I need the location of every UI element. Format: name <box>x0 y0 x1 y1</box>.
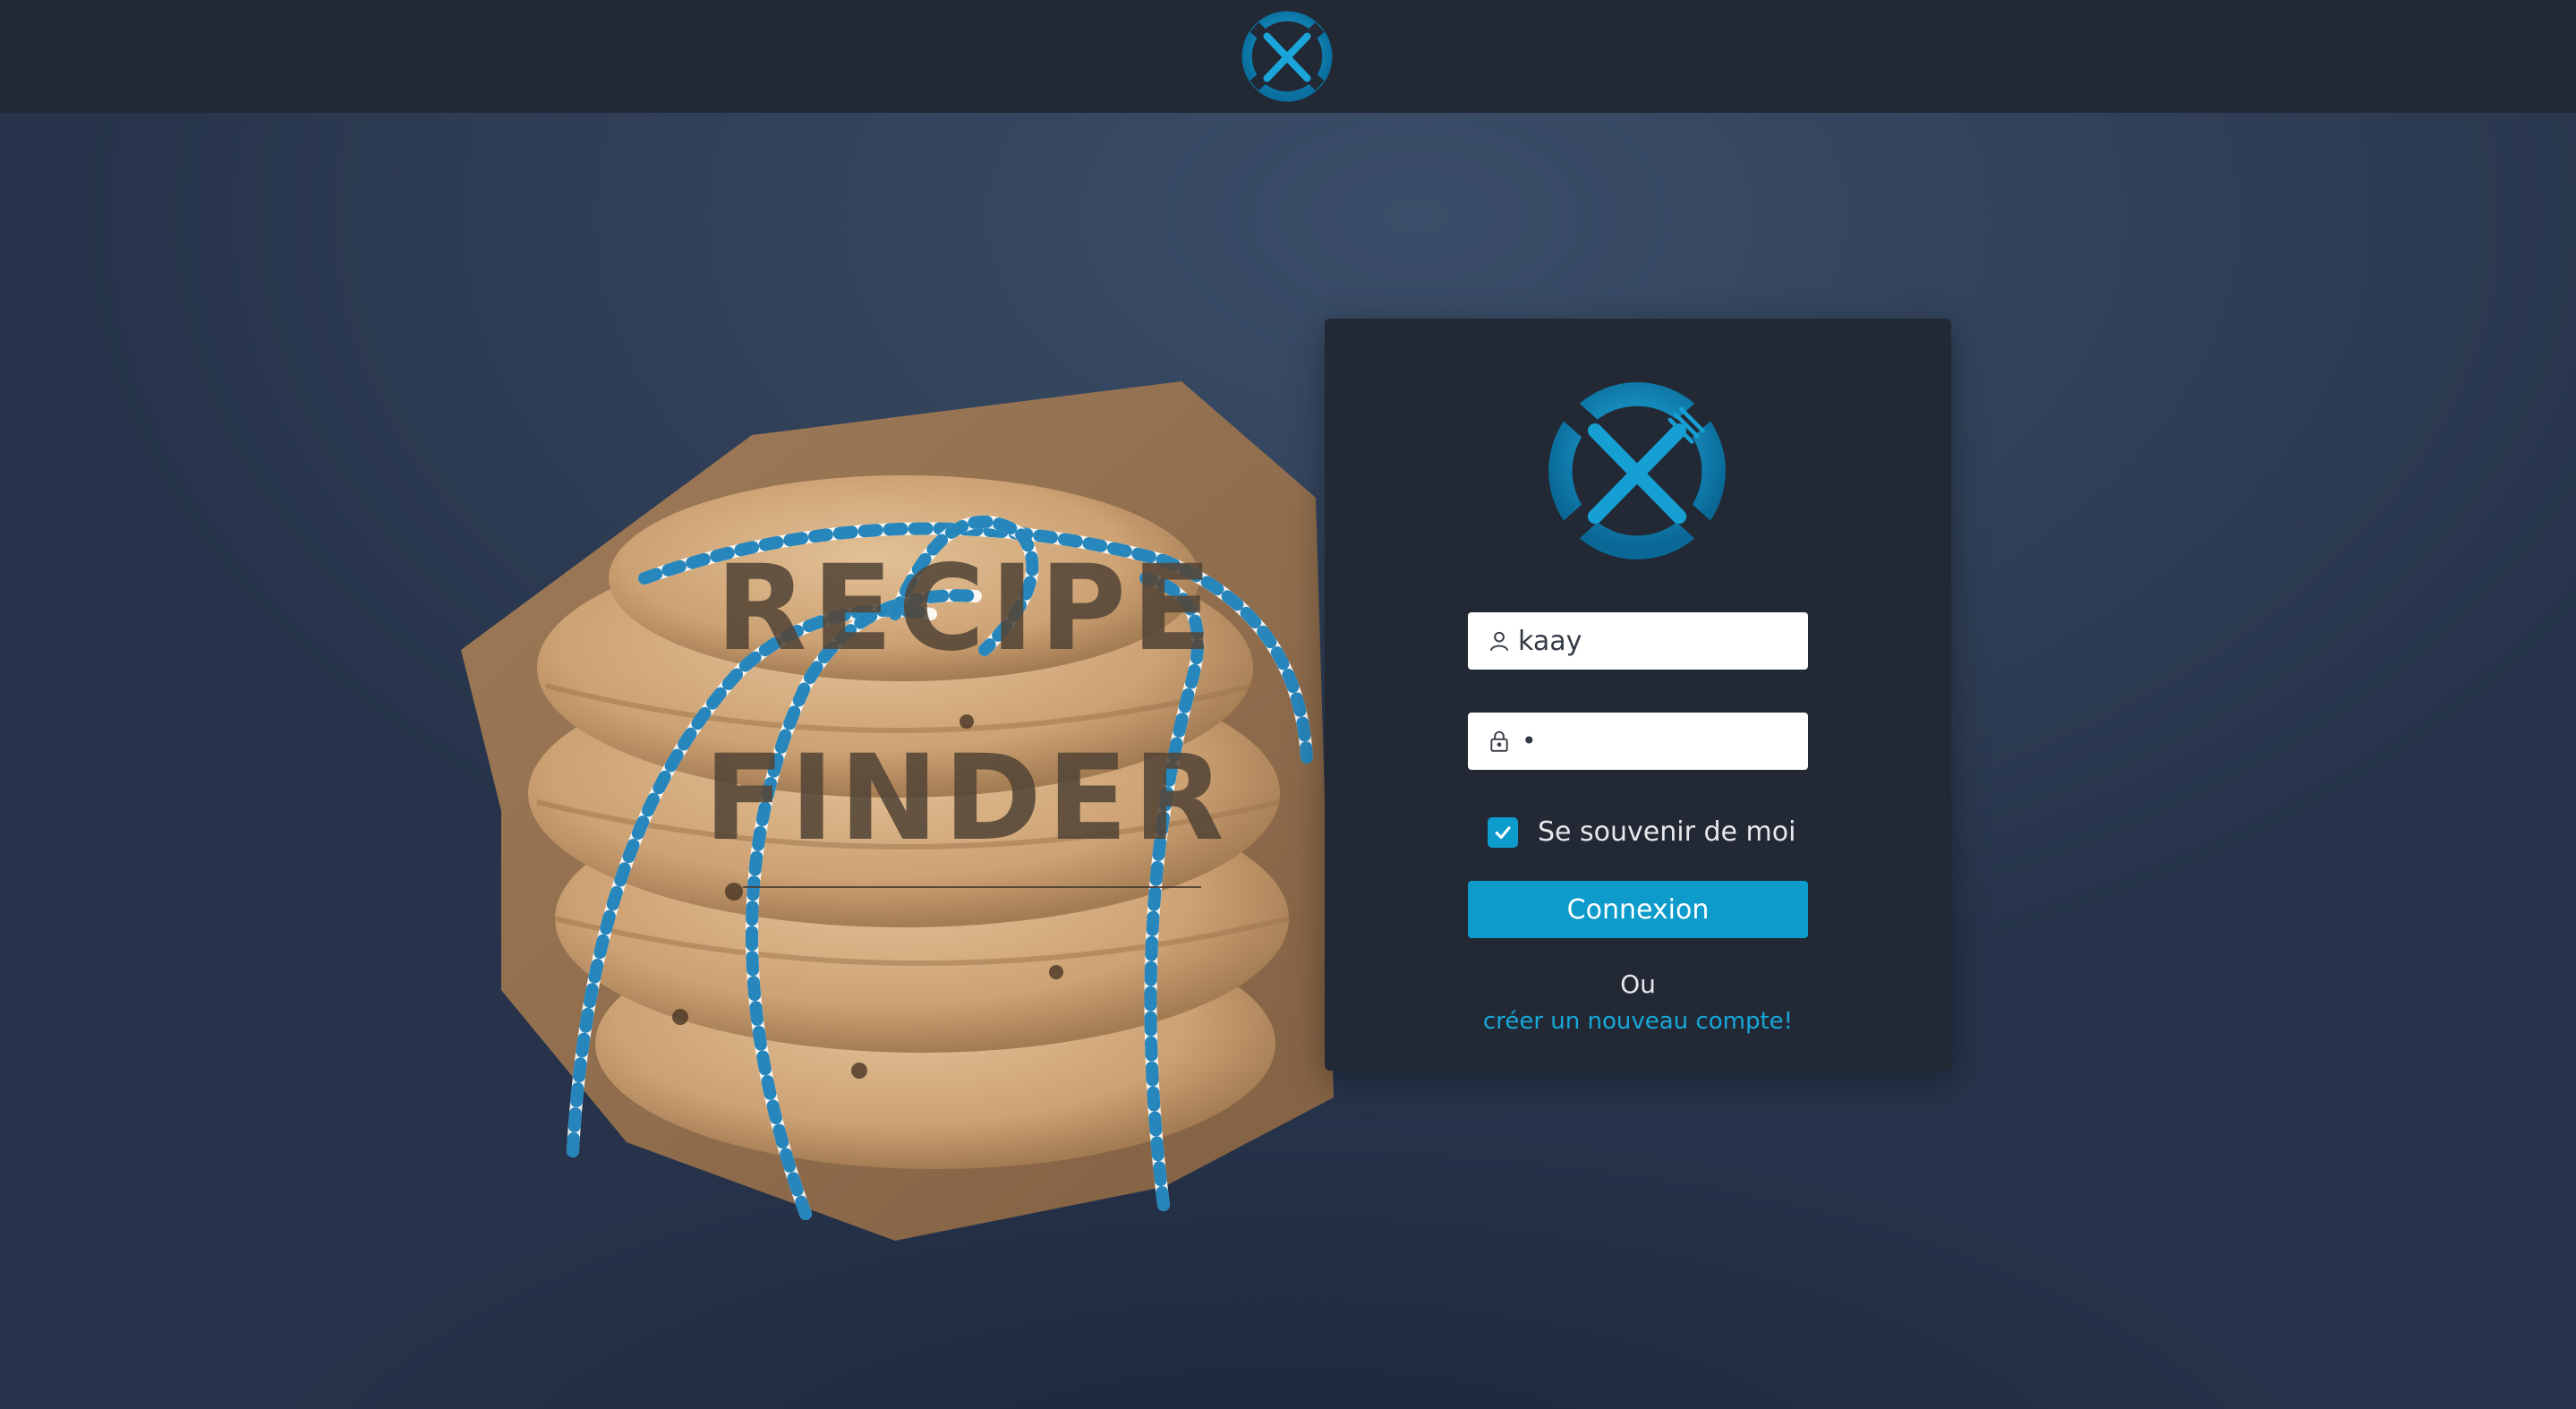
password-input[interactable]: • <box>1522 729 1537 754</box>
user-icon <box>1488 629 1511 653</box>
login-card: • Se souvenir de moi Connexion Ou créer … <box>1325 319 1951 1071</box>
checkmark-icon <box>1495 825 1511 839</box>
hero-background <box>0 113 2576 1409</box>
or-separator-text: Ou <box>1620 969 1656 999</box>
cookie-stack-image <box>461 381 1334 1241</box>
lock-icon <box>1488 730 1511 753</box>
remember-me-label[interactable]: Se souvenir de moi <box>1538 816 1796 848</box>
fork-knife-logo-icon[interactable] <box>1241 11 1333 102</box>
username-field[interactable] <box>1468 612 1808 670</box>
remember-me-row[interactable]: Se souvenir de moi <box>1488 816 1796 848</box>
password-field[interactable]: • <box>1468 713 1808 770</box>
remember-me-checkbox[interactable] <box>1488 816 1518 848</box>
login-button[interactable]: Connexion <box>1468 881 1808 938</box>
hero-title-line-1: RECIPE <box>715 540 1218 678</box>
fork-knife-logo-icon <box>1546 380 1728 562</box>
top-navbar <box>0 0 2576 113</box>
username-input[interactable] <box>1518 625 1787 657</box>
title-underline-divider <box>743 886 1201 888</box>
create-account-link[interactable]: créer un nouveau compte! <box>1325 1008 1951 1035</box>
hero-title-line-2: FINDER <box>704 730 1230 867</box>
